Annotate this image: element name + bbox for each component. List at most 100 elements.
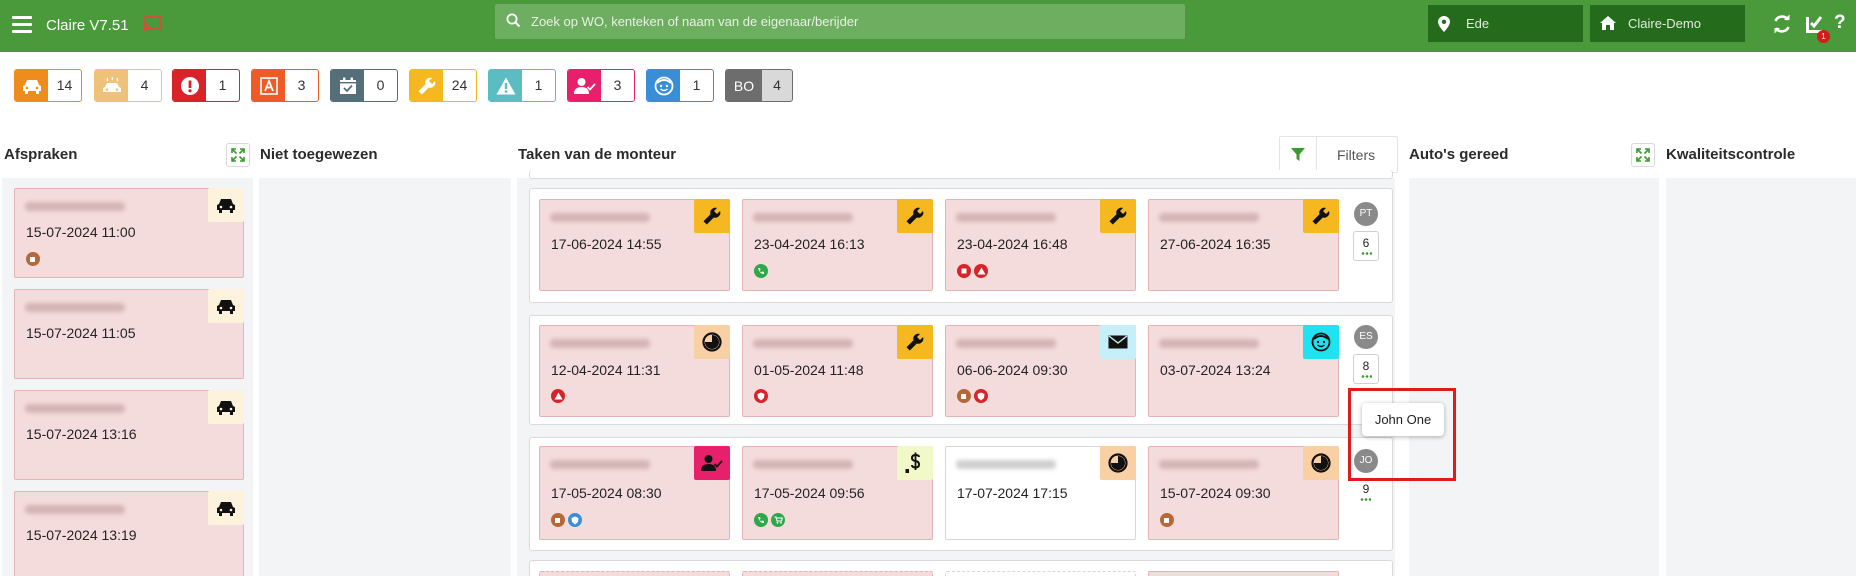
blurred-plate bbox=[753, 213, 853, 222]
blurred-plate bbox=[550, 339, 650, 348]
task-datetime: 17-05-2024 08:30 bbox=[551, 485, 662, 501]
car-icon bbox=[208, 390, 244, 424]
task-card[interactable] bbox=[539, 571, 730, 576]
chip-count: 3 bbox=[297, 77, 306, 93]
task-datetime: 15-07-2024 09:30 bbox=[1160, 485, 1271, 501]
filters-button[interactable]: Filters bbox=[1279, 136, 1398, 173]
task-datetime: 17-06-2024 14:55 bbox=[551, 236, 662, 252]
task-card[interactable]: 12-04-2024 11:31 bbox=[539, 325, 730, 417]
mechanic-row-partial bbox=[529, 560, 1393, 576]
task-card[interactable]: 23-04-2024 16:13 bbox=[742, 199, 933, 291]
car-icon bbox=[208, 188, 244, 222]
column-title-kwaliteit: Kwaliteitscontrole bbox=[1666, 146, 1796, 163]
column-title-afspraken: Afspraken bbox=[4, 146, 78, 163]
chip-bo[interactable]: BO 4 bbox=[725, 69, 793, 102]
task-card[interactable]: 17-05-2024 08:30 bbox=[539, 446, 730, 540]
blurred-plate bbox=[956, 213, 1056, 222]
chip-count: 0 bbox=[376, 77, 385, 93]
notification-badge: 1 bbox=[1817, 30, 1830, 43]
filter-icon bbox=[1280, 137, 1317, 172]
appointment-card[interactable]: 15-07-2024 13:16 bbox=[14, 390, 244, 480]
collapse-afspraken-button[interactable] bbox=[226, 143, 250, 167]
chip-a[interactable]: 3 bbox=[251, 69, 319, 102]
task-datetime: 23-04-2024 16:48 bbox=[957, 236, 1068, 252]
company-selector[interactable]: Claire-Demo bbox=[1590, 5, 1745, 42]
chip-count: 1 bbox=[218, 77, 227, 93]
chip-car-wash[interactable]: 4 bbox=[94, 69, 162, 102]
task-card[interactable]: 17-06-2024 14:55 bbox=[539, 199, 730, 291]
task-card[interactable]: 27-06-2024 16:35 bbox=[1148, 199, 1339, 291]
mechanic-avatar[interactable]: PT bbox=[1354, 202, 1378, 226]
chip-wrench[interactable]: 24 bbox=[409, 69, 477, 102]
chip-warning[interactable]: 1 bbox=[488, 69, 556, 102]
wrench-icon bbox=[1100, 199, 1136, 233]
niet-toegewezen-panel[interactable] bbox=[259, 178, 511, 576]
task-count[interactable]: 6 bbox=[1353, 231, 1379, 261]
chip-cars[interactable]: 14 bbox=[14, 69, 82, 102]
car-wash-icon bbox=[95, 70, 128, 101]
collapse-gereed-button[interactable] bbox=[1631, 143, 1655, 167]
search-input[interactable] bbox=[531, 4, 1171, 39]
chip-face[interactable]: 1 bbox=[646, 69, 714, 102]
blurred-plate bbox=[956, 339, 1056, 348]
mechanic-avatar[interactable]: ES bbox=[1354, 325, 1378, 349]
wrench-icon bbox=[897, 199, 933, 233]
shield-icon bbox=[974, 389, 988, 403]
company-label: Claire-Demo bbox=[1628, 16, 1701, 31]
chip-count: 1 bbox=[692, 77, 701, 93]
phone-icon bbox=[754, 513, 768, 527]
search-box bbox=[495, 4, 1185, 39]
user-check-icon bbox=[568, 70, 601, 101]
dollar-icon bbox=[897, 446, 933, 480]
task-datetime: 23-04-2024 16:13 bbox=[754, 236, 865, 252]
chip-count: 1 bbox=[534, 77, 543, 93]
task-datetime: 06-06-2024 09:30 bbox=[957, 362, 1068, 378]
appointment-card[interactable]: 15-07-2024 11:00 bbox=[14, 188, 244, 278]
mechanic-row-partial bbox=[529, 170, 1393, 179]
cast-icon[interactable] bbox=[143, 16, 161, 37]
blurred-plate bbox=[550, 460, 650, 469]
wrench-icon bbox=[897, 325, 933, 359]
task-card[interactable]: 15-07-2024 09:30 bbox=[1148, 446, 1339, 540]
menu-icon[interactable] bbox=[12, 16, 32, 34]
location-selector[interactable]: Ede bbox=[1428, 5, 1583, 42]
column-title-taken: Taken van de monteur bbox=[518, 146, 677, 163]
task-card[interactable]: 17-07-2024 17:15 bbox=[945, 446, 1136, 540]
task-card[interactable] bbox=[742, 571, 933, 576]
gereed-panel[interactable] bbox=[1409, 178, 1659, 576]
chip-alerts[interactable]: 1 bbox=[172, 69, 240, 102]
task-card[interactable]: 23-04-2024 16:48 bbox=[945, 199, 1136, 291]
coffee-icon bbox=[1160, 513, 1174, 527]
chip-count: 3 bbox=[613, 77, 622, 93]
task-card[interactable]: 06-06-2024 09:30 bbox=[945, 325, 1136, 417]
map-pin-icon bbox=[1438, 16, 1450, 35]
help-icon[interactable]: ? bbox=[1834, 12, 1846, 34]
task-card[interactable] bbox=[945, 571, 1136, 576]
task-card[interactable]: 01-05-2024 11:48 bbox=[742, 325, 933, 417]
blurred-plate bbox=[753, 460, 853, 469]
more-dots-icon bbox=[1360, 498, 1371, 501]
appointment-card[interactable]: 15-07-2024 13:19 bbox=[14, 491, 244, 576]
car-icon bbox=[208, 289, 244, 323]
task-card[interactable]: 03-07-2024 13:24 bbox=[1148, 325, 1339, 417]
task-count[interactable]: 8 bbox=[1353, 354, 1379, 384]
task-count[interactable]: 9 bbox=[1353, 478, 1379, 508]
mechanic-tooltip: John One bbox=[1362, 403, 1444, 436]
cart-icon bbox=[771, 513, 785, 527]
task-card[interactable]: 17-05-2024 09:56 bbox=[742, 446, 933, 540]
chip-count: 4 bbox=[140, 77, 149, 93]
chip-calendar[interactable]: 0 bbox=[330, 69, 398, 102]
column-title-niet-toegewezen: Niet toegewezen bbox=[260, 146, 378, 163]
blurred-plate bbox=[25, 505, 125, 514]
kwaliteit-panel[interactable] bbox=[1666, 178, 1856, 576]
refresh-icon[interactable] bbox=[1772, 14, 1792, 39]
coffee-icon bbox=[26, 252, 40, 266]
task-card[interactable] bbox=[1148, 571, 1339, 576]
blurred-plate bbox=[956, 460, 1056, 469]
chip-user-check[interactable]: 3 bbox=[567, 69, 635, 102]
blurred-plate bbox=[25, 303, 125, 312]
appointment-card[interactable]: 15-07-2024 11:05 bbox=[14, 289, 244, 379]
clock-icon bbox=[1303, 446, 1339, 480]
mechanic-row: 17-06-2024 14:55 23-04-2024 16:13 23-04-… bbox=[529, 188, 1393, 303]
coffee-icon bbox=[957, 389, 971, 403]
